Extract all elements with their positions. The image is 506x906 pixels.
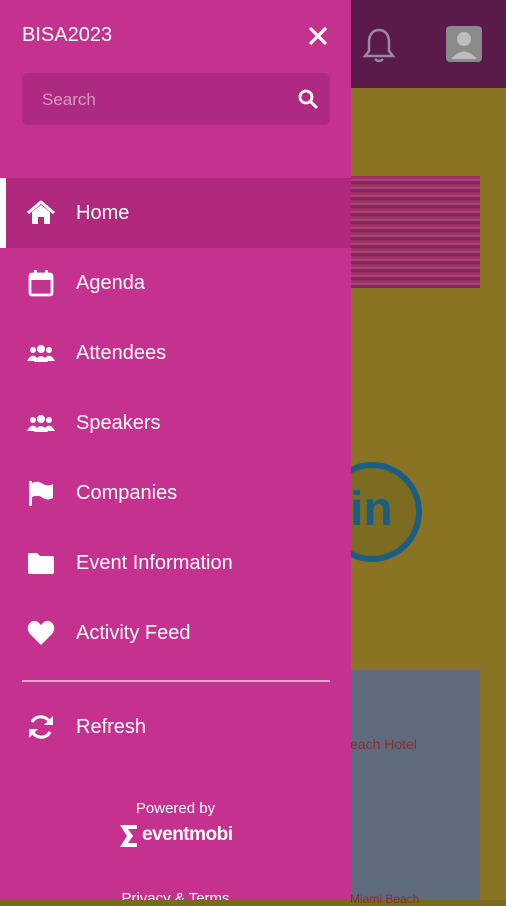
privacy-terms-link[interactable]: Privacy & Terms (0, 890, 351, 900)
refresh-label: Refresh (76, 715, 147, 738)
search-box (22, 73, 330, 127)
nav-item-activity-feed[interactable]: Activity Feed (0, 598, 351, 668)
bell-icon[interactable] (362, 26, 396, 64)
avatar[interactable] (446, 26, 482, 62)
flag-icon (26, 478, 56, 508)
nav-item-speakers[interactable]: Speakers (0, 388, 351, 458)
hotel-card-subtitle: Miami Beach (350, 892, 420, 906)
nav-item-home[interactable]: Home (0, 178, 351, 248)
nav-item-attendees[interactable]: Attendees (0, 318, 351, 388)
nav-label-home: Home (76, 201, 130, 224)
calendar-icon (26, 268, 56, 298)
search-icon[interactable] (297, 88, 319, 110)
powered-by-text: Powered by (135, 800, 216, 817)
nav-label-event-information: Event Information (76, 551, 233, 574)
eventmobi-logo[interactable]: eventmobi (118, 822, 238, 852)
hotel-card[interactable]: each Hotel Miami Beach (350, 670, 480, 906)
nav-label-attendees: Attendees (76, 341, 167, 364)
nav-item-agenda[interactable]: Agenda (0, 248, 351, 318)
refresh-icon (26, 712, 56, 742)
nav-label-activity-feed: Activity Feed (76, 621, 191, 644)
people-icon (26, 338, 56, 368)
nav-label-speakers: Speakers (76, 411, 161, 434)
divider (22, 680, 330, 682)
nav-list: Home Agenda Attendees Speakers Companies… (0, 178, 351, 668)
nav-item-event-information[interactable]: Event Information (0, 528, 351, 598)
event-title: BISA2023 (22, 24, 113, 46)
home-icon (26, 198, 56, 228)
eventmobi-logo-text: eventmobi (142, 824, 233, 845)
refresh-button[interactable]: Refresh (0, 692, 351, 762)
folder-icon (26, 548, 56, 578)
nav-label-companies: Companies (76, 481, 178, 504)
hotel-card-title: each Hotel (350, 736, 417, 752)
nav-item-companies[interactable]: Companies (0, 458, 351, 528)
close-icon[interactable] (306, 24, 330, 48)
event-banner-image[interactable] (350, 176, 480, 288)
heart-icon (26, 618, 56, 648)
people-icon (26, 408, 56, 438)
navigation-drawer: BISA2023 Home (0, 0, 351, 900)
linkedin-text: in (350, 483, 393, 536)
search-input[interactable] (40, 73, 284, 127)
nav-label-agenda: Agenda (76, 271, 145, 294)
